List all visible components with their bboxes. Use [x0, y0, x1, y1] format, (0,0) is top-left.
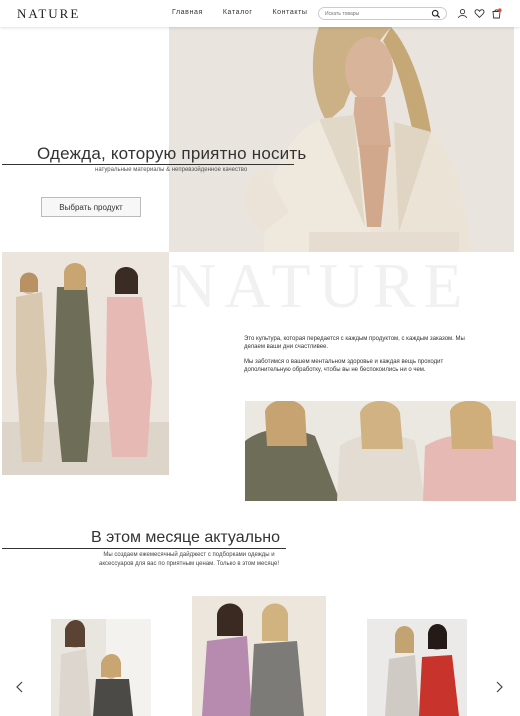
- jackets-photo: [245, 401, 516, 501]
- nav-item-contacts[interactable]: Контакты: [273, 9, 308, 16]
- nature-watermark: NATURE: [170, 250, 471, 321]
- about-paragraph-1: Это культура, которая передается с кажды…: [244, 336, 465, 350]
- month-title: В этом месяце актуально: [91, 529, 281, 546]
- user-icon[interactable]: [457, 8, 468, 19]
- group-photo: [2, 252, 169, 475]
- product-card-2[interactable]: [192, 596, 326, 716]
- heart-icon[interactable]: [474, 8, 485, 19]
- chevron-left-icon[interactable]: [15, 680, 25, 694]
- logo[interactable]: NATURE: [17, 6, 80, 22]
- hero-title: Одежда, которую приятно носить: [37, 144, 307, 163]
- search-box: [318, 7, 447, 20]
- cart-icon[interactable]: [491, 8, 502, 19]
- month-divider: [2, 548, 286, 549]
- hero-image: [169, 27, 514, 252]
- search-icon[interactable]: [431, 9, 441, 19]
- nav-item-catalog[interactable]: Каталог: [223, 9, 253, 16]
- chevron-right-icon[interactable]: [494, 680, 504, 694]
- month-description: Мы создаем ежемесячный дайджест с подбор…: [98, 552, 280, 567]
- hero-divider: [2, 164, 294, 165]
- about-text: Это культура, которая передается с кажды…: [244, 335, 476, 381]
- product-card-3[interactable]: [367, 619, 467, 716]
- hero-subtitle: натуральные материалы & непревзойденное …: [95, 167, 248, 173]
- header: NATURE Главная Каталог Контакты: [0, 0, 520, 27]
- search-input[interactable]: [325, 10, 425, 18]
- choose-product-button[interactable]: Выбрать продукт: [41, 197, 141, 217]
- main-nav: Главная Каталог Контакты: [172, 9, 308, 16]
- nav-item-home[interactable]: Главная: [172, 9, 203, 16]
- product-card-1[interactable]: [51, 619, 151, 716]
- about-paragraph-2: Мы заботимся о вашем ментальном здоровье…: [244, 359, 444, 373]
